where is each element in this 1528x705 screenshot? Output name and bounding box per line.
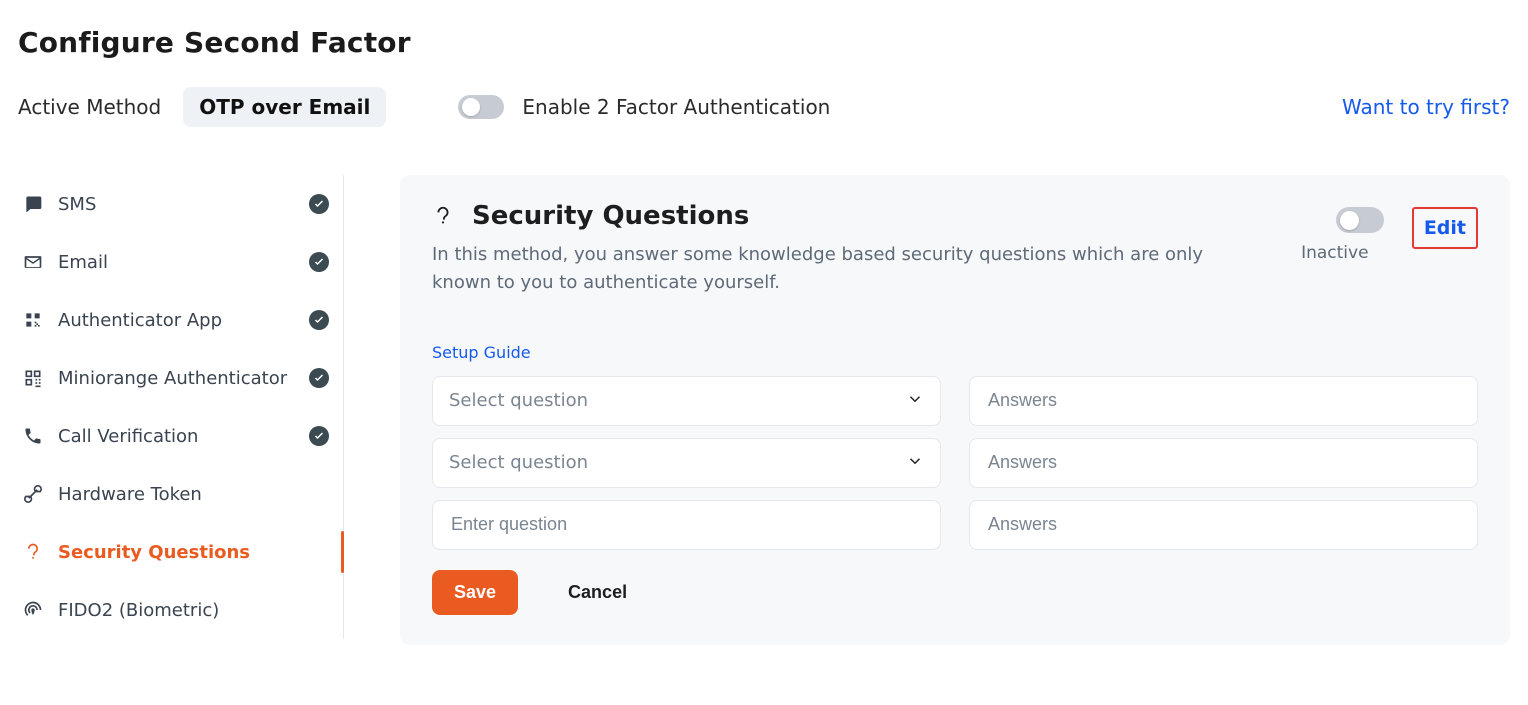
hardware-token-icon xyxy=(22,483,44,505)
save-button[interactable]: Save xyxy=(432,570,518,615)
email-icon xyxy=(22,251,44,273)
status-label: Inactive xyxy=(1286,243,1384,263)
edit-button[interactable]: Edit xyxy=(1412,207,1478,249)
main-panel: Security Questions In this method, you a… xyxy=(400,175,1510,645)
question-placeholder: Select question xyxy=(449,452,906,473)
question-row: Select question xyxy=(432,376,1478,426)
miniorange-auth-icon xyxy=(22,367,44,389)
sidebar-item-email[interactable]: Email xyxy=(18,233,343,291)
sidebar-item-hardware-token[interactable]: Hardware Token xyxy=(18,465,343,523)
active-method-label: Active Method xyxy=(18,95,161,119)
sidebar-item-fido2-biometric-[interactable]: FIDO2 (Biometric) xyxy=(18,581,343,639)
answer-input-wrap xyxy=(969,376,1478,426)
answer-input-wrap xyxy=(969,438,1478,488)
question-placeholder: Select question xyxy=(449,390,906,411)
answer-input[interactable] xyxy=(986,439,1461,487)
sidebar-item-sms[interactable]: SMS xyxy=(18,175,343,233)
question-input[interactable] xyxy=(449,501,924,549)
question-icon xyxy=(432,205,454,227)
check-icon xyxy=(309,310,329,330)
sidebar-item-security-questions[interactable]: Security Questions xyxy=(18,523,343,581)
question-select[interactable]: Select question xyxy=(432,438,941,488)
answer-input-wrap xyxy=(969,500,1478,550)
question-input-wrap xyxy=(432,500,941,550)
sidebar-item-call-verification[interactable]: Call Verification xyxy=(18,407,343,465)
question-row: Select question xyxy=(432,438,1478,488)
enable-2fa-toggle[interactable]: Enable 2 Factor Authentication xyxy=(458,95,830,119)
setup-guide-link[interactable]: Setup Guide xyxy=(432,343,531,362)
chevron-down-icon xyxy=(906,390,924,412)
status-toggle[interactable] xyxy=(1336,207,1384,233)
cancel-button[interactable]: Cancel xyxy=(546,570,649,615)
sidebar-item-label: FIDO2 (Biometric) xyxy=(58,600,295,621)
panel-title: Security Questions xyxy=(472,201,749,231)
sms-icon xyxy=(22,193,44,215)
check-icon xyxy=(309,252,329,272)
answer-input[interactable] xyxy=(986,501,1461,549)
sidebar-item-authenticator-app[interactable]: Authenticator App xyxy=(18,291,343,349)
sidebar-item-label: SMS xyxy=(58,194,295,215)
chevron-down-icon xyxy=(906,452,924,474)
call-icon xyxy=(22,425,44,447)
sidebar-item-miniorange-authenticator[interactable]: Miniorange Authenticator xyxy=(18,349,343,407)
sidebar-item-label: Call Verification xyxy=(58,426,295,447)
sidebar-item-label: Email xyxy=(58,252,295,273)
sidebar-item-label: Authenticator App xyxy=(58,310,295,331)
fido2-icon xyxy=(22,599,44,621)
question-row xyxy=(432,500,1478,550)
sidebar-item-label: Hardware Token xyxy=(58,484,295,505)
sidebar: SMS Email Authenticator App Miniorange Auth… xyxy=(18,175,344,639)
check-icon xyxy=(309,426,329,446)
check-icon xyxy=(309,194,329,214)
question-icon xyxy=(22,541,44,563)
answer-input[interactable] xyxy=(986,377,1461,425)
try-first-link[interactable]: Want to try first? xyxy=(1342,95,1510,119)
active-method-chip: OTP over Email xyxy=(183,87,386,127)
page-title: Configure Second Factor xyxy=(18,26,1510,59)
toolbar: Active Method OTP over Email Enable 2 Fa… xyxy=(18,87,1510,127)
sidebar-item-label: Miniorange Authenticator xyxy=(58,368,295,389)
panel-description: In this method, you answer some knowledg… xyxy=(432,241,1252,297)
sidebar-item-label: Security Questions xyxy=(58,542,295,563)
check-icon xyxy=(309,368,329,388)
question-select[interactable]: Select question xyxy=(432,376,941,426)
enable-2fa-label: Enable 2 Factor Authentication xyxy=(522,95,830,119)
authenticator-app-icon xyxy=(22,309,44,331)
